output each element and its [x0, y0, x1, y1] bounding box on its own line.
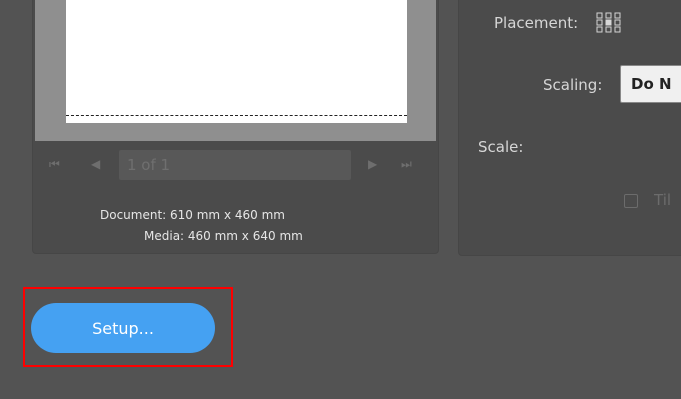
next-page-icon[interactable]: ▶	[368, 156, 377, 172]
media-size-text: Media: 460 mm x 640 mm	[144, 229, 303, 243]
tile-label: Til	[654, 191, 672, 209]
preview-canvas	[35, 0, 436, 141]
document-size-text: Document: 610 mm x 460 mm	[100, 208, 285, 222]
page-boundary-line	[66, 115, 407, 116]
scaling-dropdown[interactable]: Do N	[620, 65, 681, 103]
last-page-icon[interactable]: ⏭	[401, 156, 412, 172]
preview-page	[66, 0, 407, 123]
scale-label: Scale:	[478, 138, 524, 156]
previous-page-icon[interactable]: ◀	[91, 156, 100, 172]
placement-label: Placement:	[494, 14, 579, 32]
page-navigator: ⏮ ◀ 1 of 1 ▶ ⏭	[33, 150, 438, 180]
print-options-panel	[458, 0, 681, 256]
print-preview-panel: ⏮ ◀ 1 of 1 ▶ ⏭ Document: 610 mm x 460 mm…	[32, 0, 439, 254]
page-number-field[interactable]: 1 of 1	[119, 150, 351, 180]
tile-checkbox[interactable]	[624, 194, 638, 208]
setup-button[interactable]: Setup...	[31, 303, 215, 353]
placement-grid-icon[interactable]	[595, 11, 625, 35]
scaling-label: Scaling:	[543, 76, 603, 94]
first-page-icon[interactable]: ⏮	[49, 156, 60, 172]
